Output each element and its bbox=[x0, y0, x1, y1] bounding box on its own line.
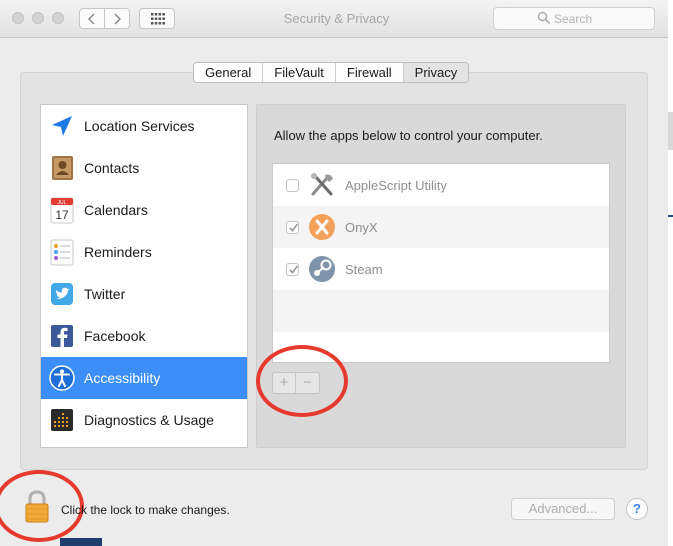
twitter-bird-icon bbox=[51, 283, 73, 305]
sidebar-item-label: Facebook bbox=[84, 328, 146, 344]
location-arrow-icon bbox=[52, 116, 72, 136]
contacts-book-icon bbox=[52, 156, 73, 180]
sidebar-item-label: Accessibility bbox=[84, 370, 161, 386]
sidebar-item-label: Contacts bbox=[84, 160, 140, 176]
applescript-tools-icon bbox=[311, 173, 333, 196]
tab-privacy[interactable]: Privacy bbox=[403, 63, 469, 82]
accessibility-person-icon bbox=[49, 365, 75, 391]
svg-text:JUL: JUL bbox=[58, 200, 67, 206]
search-field[interactable]: Search bbox=[493, 7, 655, 30]
background-window bbox=[668, 0, 673, 546]
checkmark-icon bbox=[289, 223, 299, 232]
search-placeholder: Search bbox=[554, 12, 593, 26]
dock-edge bbox=[60, 538, 102, 546]
help-button[interactable]: ? bbox=[626, 498, 648, 520]
allow-checkbox[interactable] bbox=[286, 221, 299, 234]
tab-bar: General FileVault Firewall Privacy bbox=[193, 62, 470, 83]
panel-caption: Allow the apps below to control your com… bbox=[274, 128, 543, 143]
sidebar-item-location-services[interactable]: Location Services bbox=[41, 105, 247, 147]
app-label: AppleScript Utility bbox=[345, 178, 447, 193]
sidebar-item-reminders[interactable]: Reminders bbox=[41, 231, 247, 273]
sidebar-item-label: Twitter bbox=[84, 286, 126, 302]
app-label: Steam bbox=[345, 262, 383, 277]
checkmark-icon bbox=[289, 265, 299, 274]
search-icon bbox=[537, 11, 551, 25]
sidebar-item-label: Calendars bbox=[84, 202, 148, 218]
privacy-category-list: Location Services Contacts JUL 17 Calend… bbox=[40, 104, 248, 448]
tab-filevault[interactable]: FileVault bbox=[263, 63, 336, 82]
sidebar-item-contacts[interactable]: Contacts bbox=[41, 147, 247, 189]
reminders-list-icon bbox=[50, 239, 74, 266]
steam-icon bbox=[309, 256, 335, 282]
allow-checkbox[interactable] bbox=[286, 179, 299, 192]
onyx-icon bbox=[309, 214, 335, 240]
lock-icon[interactable] bbox=[24, 490, 50, 524]
advanced-button[interactable]: Advanced... bbox=[511, 498, 615, 520]
diagnostics-icon bbox=[51, 409, 73, 431]
list-item-applescript-utility[interactable]: AppleScript Utility bbox=[273, 164, 609, 206]
list-item-empty bbox=[273, 290, 609, 332]
sidebar-item-diagnostics-usage[interactable]: Diagnostics & Usage bbox=[41, 399, 247, 441]
sidebar-item-label: Reminders bbox=[84, 244, 152, 260]
title-bar: Security & Privacy Search bbox=[0, 0, 673, 38]
calendar-icon: JUL 17 bbox=[50, 197, 74, 224]
lock-message: Click the lock to make changes. bbox=[61, 503, 230, 517]
app-label: OnyX bbox=[345, 220, 378, 235]
app-list: AppleScript Utility OnyX Steam bbox=[272, 163, 610, 363]
tab-firewall[interactable]: Firewall bbox=[336, 63, 404, 82]
sidebar-item-calendars[interactable]: JUL 17 Calendars bbox=[41, 189, 247, 231]
sidebar-item-facebook[interactable]: Facebook bbox=[41, 315, 247, 357]
svg-text:17: 17 bbox=[55, 208, 69, 222]
allow-checkbox[interactable] bbox=[286, 263, 299, 276]
sidebar-item-label: Diagnostics & Usage bbox=[84, 412, 214, 428]
tab-general[interactable]: General bbox=[194, 63, 264, 82]
sidebar-item-accessibility[interactable]: Accessibility bbox=[41, 357, 247, 399]
facebook-icon bbox=[51, 325, 73, 347]
list-item-onyx[interactable]: OnyX bbox=[273, 206, 609, 248]
list-item-steam[interactable]: Steam bbox=[273, 248, 609, 290]
sidebar-item-label: Location Services bbox=[84, 118, 195, 134]
annotation-circle-add-remove bbox=[256, 345, 348, 417]
sidebar-item-twitter[interactable]: Twitter bbox=[41, 273, 247, 315]
